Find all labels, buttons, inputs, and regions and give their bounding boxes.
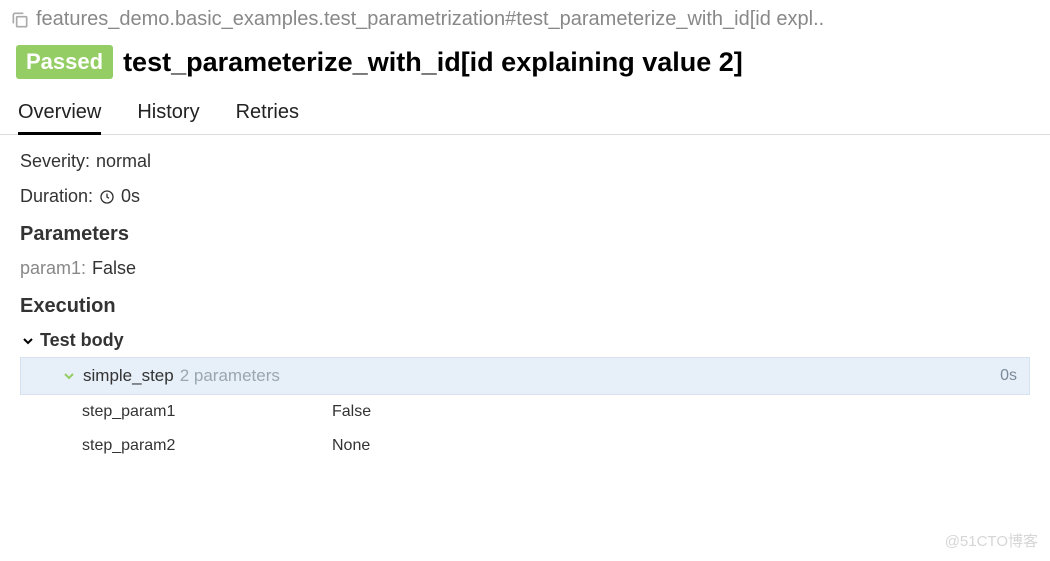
copy-icon[interactable] [10, 10, 30, 30]
tab-history[interactable]: History [137, 101, 199, 134]
test-body-header[interactable]: Test body [20, 330, 1030, 351]
title-row: Passed test_parameterize_with_id[id expl… [0, 33, 1050, 85]
status-badge: Passed [16, 45, 113, 79]
step-params: step_param1 False step_param2 None [20, 395, 1030, 463]
watermark: @51CTO博客 [945, 530, 1038, 551]
severity-row: Severity: normal [20, 151, 1030, 172]
step-param-name: step_param2 [82, 437, 332, 455]
duration-value: 0s [121, 186, 140, 207]
step-duration: 0s [1000, 367, 1017, 385]
step-param-value: False [332, 403, 371, 421]
step-row[interactable]: simple_step 2 parameters 0s [20, 357, 1030, 395]
execution-heading: Execution [20, 295, 1030, 318]
clock-icon [99, 189, 115, 205]
step-param-row: step_param2 None [82, 429, 1030, 463]
parameter-row: param1: False [20, 258, 1030, 279]
step-name: simple_step [83, 366, 174, 386]
breadcrumb: features_demo.basic_examples.test_parame… [0, 0, 1050, 33]
tab-retries[interactable]: Retries [236, 101, 299, 134]
severity-value: normal [96, 151, 151, 172]
step-param-name: step_param1 [82, 403, 332, 421]
tabs: Overview History Retries [0, 85, 1050, 135]
severity-label: Severity: [20, 151, 90, 172]
duration-label: Duration: [20, 186, 93, 207]
test-body-label: Test body [40, 330, 124, 351]
breadcrumb-text: features_demo.basic_examples.test_parame… [36, 8, 824, 31]
duration-row: Duration: 0s [20, 186, 1030, 207]
tab-overview[interactable]: Overview [18, 101, 101, 135]
step-sub: 2 parameters [180, 366, 280, 386]
page-title: test_parameterize_with_id[id explaining … [123, 47, 743, 78]
step-param-value: None [332, 437, 370, 455]
overview-content: Severity: normal Duration: 0s Parameters… [0, 135, 1050, 479]
chevron-down-icon [61, 368, 77, 384]
parameter-value: False [92, 258, 136, 279]
step-param-row: step_param1 False [82, 395, 1030, 429]
chevron-down-icon [20, 333, 36, 349]
parameters-heading: Parameters [20, 223, 1030, 246]
parameter-name: param1: [20, 258, 86, 279]
